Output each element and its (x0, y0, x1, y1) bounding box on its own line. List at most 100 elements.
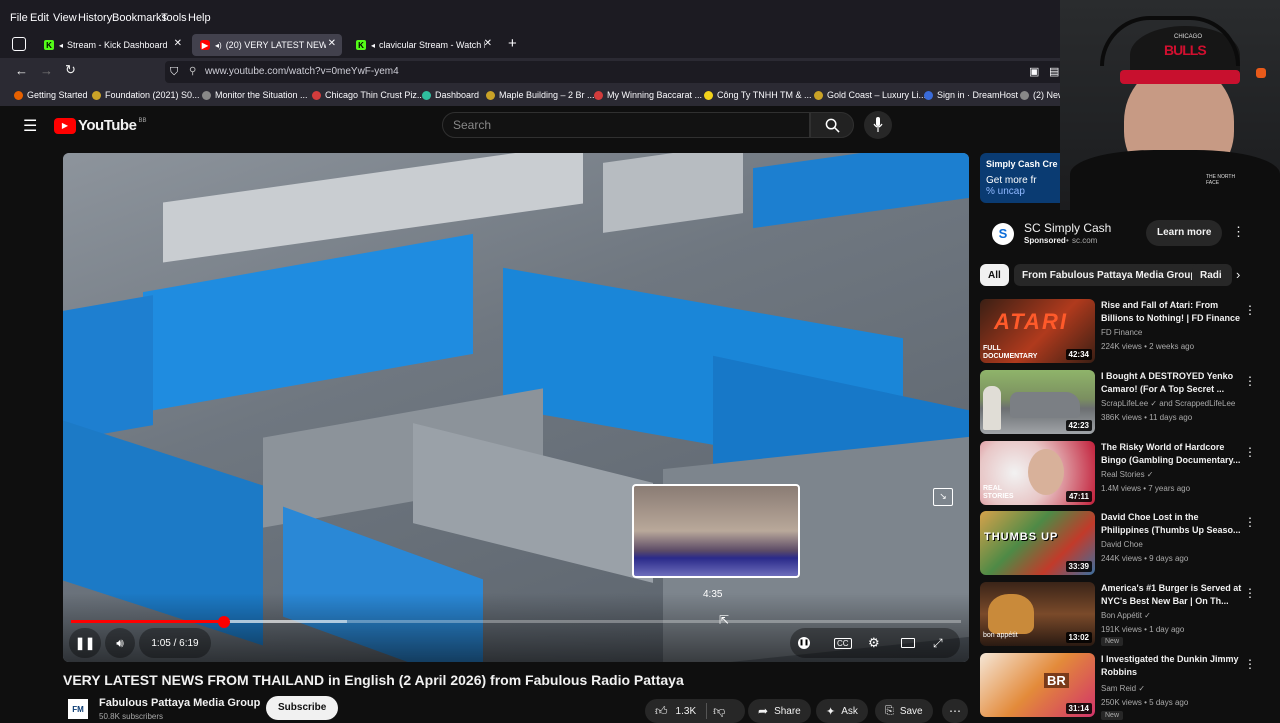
screenshot-icon[interactable]: ▣ (1029, 61, 1039, 83)
chevron-right-icon[interactable]: › (1236, 267, 1240, 282)
more-actions-button[interactable]: ⋯ (942, 699, 968, 723)
learn-more-button[interactable]: Learn more (1146, 220, 1223, 246)
video-title[interactable]: I Investigated the Dunkin Jimmy Robbins (1101, 653, 1246, 679)
bookmark-favicon-icon (202, 90, 211, 100)
tab-kick-clavicular[interactable]: K ◂ clavicular Stream - Watch L ✕ (348, 34, 498, 56)
tab-overview-icon[interactable] (12, 37, 26, 51)
url-text: www.youtube.com/watch?v=0meYwF-yem4 (205, 66, 399, 77)
channel-name[interactable]: Real Stories ✓ (1101, 470, 1154, 479)
reader-view-icon[interactable]: ▤ (1049, 61, 1059, 83)
ad-name[interactable]: SC Simply Cash (1024, 221, 1111, 235)
channel-name[interactable]: David Choe (1101, 540, 1143, 549)
video-player[interactable]: ↘ 4:35 ⇱ ❚❚ 🔊︎ 1:05 / 6:19 ❚❚ CC ⚙ ⤢ (63, 153, 969, 662)
youtube-logo[interactable]: ▶ YouTube BB (54, 117, 146, 134)
autoplay-toggle-icon[interactable]: ❚❚ (798, 637, 810, 649)
back-icon[interactable]: ← (15, 63, 28, 78)
kebab-menu-icon[interactable]: ⋮ (1244, 303, 1256, 317)
kebab-menu-icon[interactable]: ⋮ (1232, 224, 1245, 240)
share-button[interactable]: ➦ Share (748, 699, 811, 723)
time-display: 1:05 / 6:19 (139, 628, 211, 658)
subtitles-icon[interactable]: CC (834, 637, 852, 649)
tab-kick-dashboard[interactable]: K ◂ Stream - Kick Dashboard ✕ (36, 34, 188, 56)
close-icon[interactable]: ✕ (328, 38, 336, 49)
video-thumbnail[interactable]: BR 31:14 (980, 653, 1095, 717)
fullscreen-icon[interactable]: ⤢ (933, 636, 943, 651)
channel-name[interactable]: ScrapLifeLee ✓ and ScrappedLifeLee (1101, 399, 1235, 408)
kebab-menu-icon[interactable]: ⋮ (1244, 445, 1256, 459)
kebab-menu-icon[interactable]: ⋮ (1244, 586, 1256, 600)
kebab-menu-icon[interactable]: ⋮ (1244, 374, 1256, 388)
bookmark-item[interactable]: My Winning Baccarat ... (594, 90, 702, 100)
channel-name[interactable]: FD Finance (1101, 328, 1142, 337)
voice-search-button[interactable] (864, 111, 892, 139)
theater-mode-icon[interactable] (901, 638, 915, 648)
recommendation-item[interactable]: BR 31:14 I Investigated the Dunkin Jimmy… (980, 653, 1260, 720)
channel-name[interactable]: Bon Appétit ✓ (1101, 611, 1151, 620)
firefox-extension-icon[interactable] (1256, 68, 1266, 78)
subscribe-button[interactable]: Subscribe (266, 696, 339, 720)
mute-button[interactable]: 🔊︎ (105, 628, 135, 658)
bookmark-item[interactable]: Foundation (2021) S0... (92, 90, 200, 100)
bookmark-item[interactable]: Công Ty TNHH TM & ... (704, 90, 812, 100)
video-thumbnail[interactable]: 42:23 (980, 370, 1095, 434)
bookmark-favicon-icon (1020, 90, 1029, 100)
menu-view[interactable]: View (53, 12, 77, 24)
video-thumbnail[interactable]: ATARI FULL DOCUMENTARY 42:34 (980, 299, 1095, 363)
video-thumbnail[interactable]: THUMBS UP 33:39 (980, 511, 1095, 575)
new-tab-icon[interactable]: + (508, 35, 517, 52)
hamburger-menu-icon[interactable]: ☰ (23, 116, 37, 136)
video-title[interactable]: America's #1 Burger is Served at NYC's B… (1101, 582, 1246, 608)
recommendation-item[interactable]: 42:23 I Bought A DESTROYED Yenko Camaro!… (980, 370, 1260, 436)
recommendation-item[interactable]: THUMBS UP 33:39 David Choe Lost in the P… (980, 511, 1260, 577)
page-info-icon[interactable]: ⚲ (189, 61, 196, 83)
channel-name[interactable]: Fabulous Pattaya Media Group (99, 697, 260, 709)
menu-tools[interactable]: Tools (161, 12, 187, 24)
like-button[interactable]: 👍︎ 1.3K 👎︎ (645, 699, 745, 723)
bookmark-item[interactable]: Getting Started (14, 90, 88, 100)
chip-all[interactable]: All (980, 264, 1009, 286)
close-icon[interactable]: ✕ (174, 38, 182, 49)
recommendation-item[interactable]: REAL STORIES 47:11 The Risky World of Ha… (980, 441, 1260, 507)
video-thumbnail[interactable]: REAL STORIES 47:11 (980, 441, 1095, 505)
bookmark-item[interactable]: Chicago Thin Crust Piz... (312, 90, 424, 100)
kebab-menu-icon[interactable]: ⋮ (1244, 515, 1256, 529)
bookmark-item[interactable]: Sign in · DreamHost (924, 90, 1018, 100)
chip-from-channel[interactable]: From Fabulous Pattaya Media Group (1014, 264, 1205, 286)
bookmark-item[interactable]: Monitor the Situation ... (202, 90, 308, 100)
search-button[interactable] (810, 112, 854, 138)
video-title[interactable]: I Bought A DESTROYED Yenko Camaro! (For … (1101, 370, 1246, 396)
menu-file[interactable]: File (10, 12, 28, 24)
reload-icon[interactable]: ↻ (65, 62, 76, 78)
channel-avatar[interactable]: FM (68, 699, 88, 719)
tab-youtube[interactable]: ▶ ◂) (20) VERY LATEST NEWS FR ✕ (192, 34, 342, 56)
video-title[interactable]: David Choe Lost in the Philippines (Thum… (1101, 511, 1246, 537)
forward-icon[interactable]: → (40, 63, 53, 78)
search-input[interactable]: Search (442, 112, 810, 138)
video-thumbnail[interactable]: bon appétit 13:02 (980, 582, 1095, 646)
url-bar[interactable]: ⛉ ⚲ www.youtube.com/watch?v=0meYwF-yem4 … (165, 61, 1205, 83)
bookmark-item[interactable]: Dashboard (422, 90, 479, 100)
bookmark-item[interactable]: Gold Coast – Luxury Li... (814, 90, 926, 100)
scrubber-handle[interactable] (218, 616, 231, 628)
save-button[interactable]: ⎘ Save (875, 699, 933, 723)
kebab-menu-icon[interactable]: ⋮ (1244, 657, 1256, 671)
menu-edit[interactable]: Edit (30, 12, 49, 24)
ask-button[interactable]: ✦ Ask (816, 699, 868, 723)
chip-radio[interactable]: Radi (1192, 264, 1232, 286)
settings-gear-icon[interactable]: ⚙ (868, 635, 880, 651)
menu-bookmarks[interactable]: Bookmarks (112, 12, 167, 24)
miniplayer-icon[interactable]: ↘ (933, 488, 953, 506)
shield-icon[interactable]: ⛉ (170, 61, 178, 83)
menu-help[interactable]: Help (188, 12, 211, 24)
video-title[interactable]: The Risky World of Hardcore Bingo (Gambl… (1101, 441, 1246, 467)
ad-banner[interactable]: Simply Cash Cre Get more fr % uncap (980, 153, 1070, 203)
bookmark-item[interactable]: Maple Building – 2 Br ... (486, 90, 595, 100)
recommendation-item[interactable]: bon appétit 13:02 America's #1 Burger is… (980, 582, 1260, 648)
menu-history[interactable]: History (78, 12, 112, 24)
video-title[interactable]: Rise and Fall of Atari: From Billions to… (1101, 299, 1246, 325)
channel-name[interactable]: Sam Reid ✓ (1101, 684, 1145, 693)
thumbs-down-icon[interactable]: 👎︎ (713, 704, 725, 719)
pause-button[interactable]: ❚❚ (69, 628, 101, 658)
recommendation-item[interactable]: ATARI FULL DOCUMENTARY 42:34 Rise and Fa… (980, 299, 1260, 365)
close-icon[interactable]: ✕ (484, 38, 492, 49)
